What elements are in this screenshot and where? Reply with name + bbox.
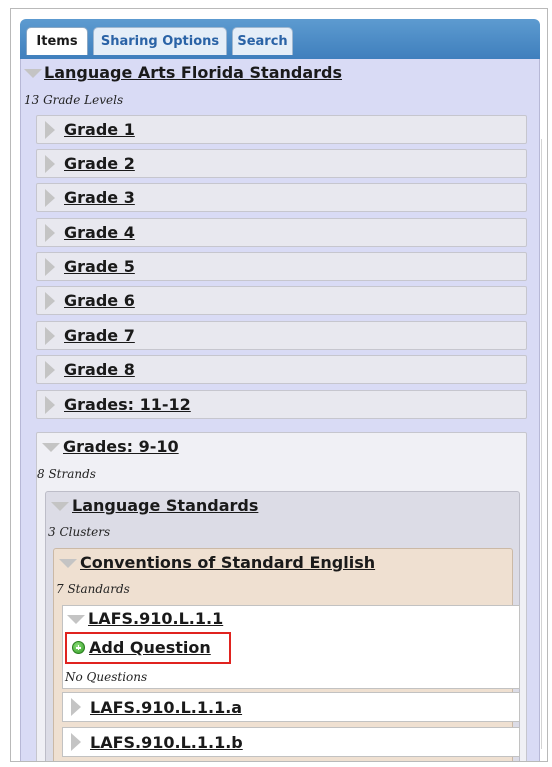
grade-title[interactable]: Grade 4 [64,223,135,242]
grade-title[interactable]: Grade 6 [64,291,135,310]
collapsed-arrow-icon[interactable] [71,698,81,716]
expanded-arrow-icon[interactable] [42,443,60,452]
grade-title[interactable]: Grade 3 [64,188,135,207]
standard-row-a[interactable]: LAFS.910.L.1.1.a [62,692,520,722]
add-plus-icon[interactable] [72,641,85,654]
standard-title[interactable]: LAFS.910.L.1.1.a [90,698,242,717]
cluster-title[interactable]: Conventions of Standard English [80,553,375,572]
grade-levels-count: 13 Grade Levels [24,93,124,107]
standard-row-b[interactable]: LAFS.910.L.1.1.b [62,727,520,757]
collapsed-arrow-icon[interactable] [45,224,55,242]
collapsed-arrow-icon[interactable] [45,396,55,414]
expanded-arrow-icon[interactable] [24,69,42,78]
collapsed-arrow-icon[interactable] [45,189,55,207]
collapsed-arrow-icon[interactable] [45,258,55,276]
grade-row-11-12[interactable]: Grades: 11-12 [36,390,527,419]
grade-title[interactable]: Grades: 11-12 [64,395,191,414]
collapsed-arrow-icon[interactable] [71,733,81,751]
grade-title[interactable]: Grade 2 [64,154,135,173]
tab-items[interactable]: Items [26,27,88,55]
collapsed-arrow-icon[interactable] [45,327,55,345]
standard-expanded: LAFS.910.L.1.1 Add Question No Questions [62,605,520,689]
grade-title[interactable]: Grades: 9-10 [63,437,179,456]
collapsed-arrow-icon[interactable] [45,292,55,310]
grade-row-6[interactable]: Grade 6 [36,286,527,315]
cluster-conventions: Conventions of Standard English 7 Standa… [53,548,520,761]
grade-row-8[interactable]: Grade 8 [36,355,527,384]
strands-count: 8 Strands [37,467,96,481]
expanded-arrow-icon[interactable] [51,502,69,511]
root-standard-title[interactable]: Language Arts Florida Standards [44,63,342,82]
grade-row-9-10-expanded: Grades: 9-10 8 Strands Language Standard… [36,432,527,761]
tab-sharing-options[interactable]: Sharing Options [93,27,227,55]
standard-title[interactable]: LAFS.910.L.1.1 [88,609,223,628]
no-questions-text: No Questions [65,670,148,684]
grade-title[interactable]: Grade 5 [64,257,135,276]
clusters-count: 3 Clusters [48,525,111,539]
tab-search[interactable]: Search [232,27,293,55]
add-question-button[interactable]: Add Question [65,632,231,664]
grade-row-4[interactable]: Grade 4 [36,218,527,247]
grade-title[interactable]: Grade 8 [64,360,135,379]
strand-language-standards: Language Standards 3 Clusters Convention… [45,491,520,761]
grade-row-3[interactable]: Grade 3 [36,183,527,212]
grade-row-5[interactable]: Grade 5 [36,252,527,281]
grade-row-7[interactable]: Grade 7 [36,321,527,350]
grade-title[interactable]: Grade 7 [64,326,135,345]
collapsed-arrow-icon[interactable] [45,121,55,139]
tree-root[interactable]: Language Arts Florida Standards [21,59,539,87]
tab-bar: Items Sharing Options Search [20,19,540,59]
scrollbar[interactable] [541,139,547,749]
grade-row-1[interactable]: Grade 1 [36,115,527,144]
standards-count: 7 Standards [56,582,130,596]
standard-title[interactable]: LAFS.910.L.1.1.b [90,733,243,752]
add-question-label[interactable]: Add Question [89,638,211,657]
grade-row-2[interactable]: Grade 2 [36,149,527,178]
collapsed-arrow-icon[interactable] [45,361,55,379]
expanded-arrow-icon[interactable] [59,559,77,568]
strand-title[interactable]: Language Standards [72,496,258,515]
expanded-arrow-icon[interactable] [67,615,85,624]
collapsed-arrow-icon[interactable] [45,155,55,173]
items-panel-window: Items Sharing Options Search Language Ar… [10,8,548,762]
grade-title[interactable]: Grade 1 [64,120,135,139]
standards-tree: Language Arts Florida Standards 13 Grade… [20,59,540,761]
